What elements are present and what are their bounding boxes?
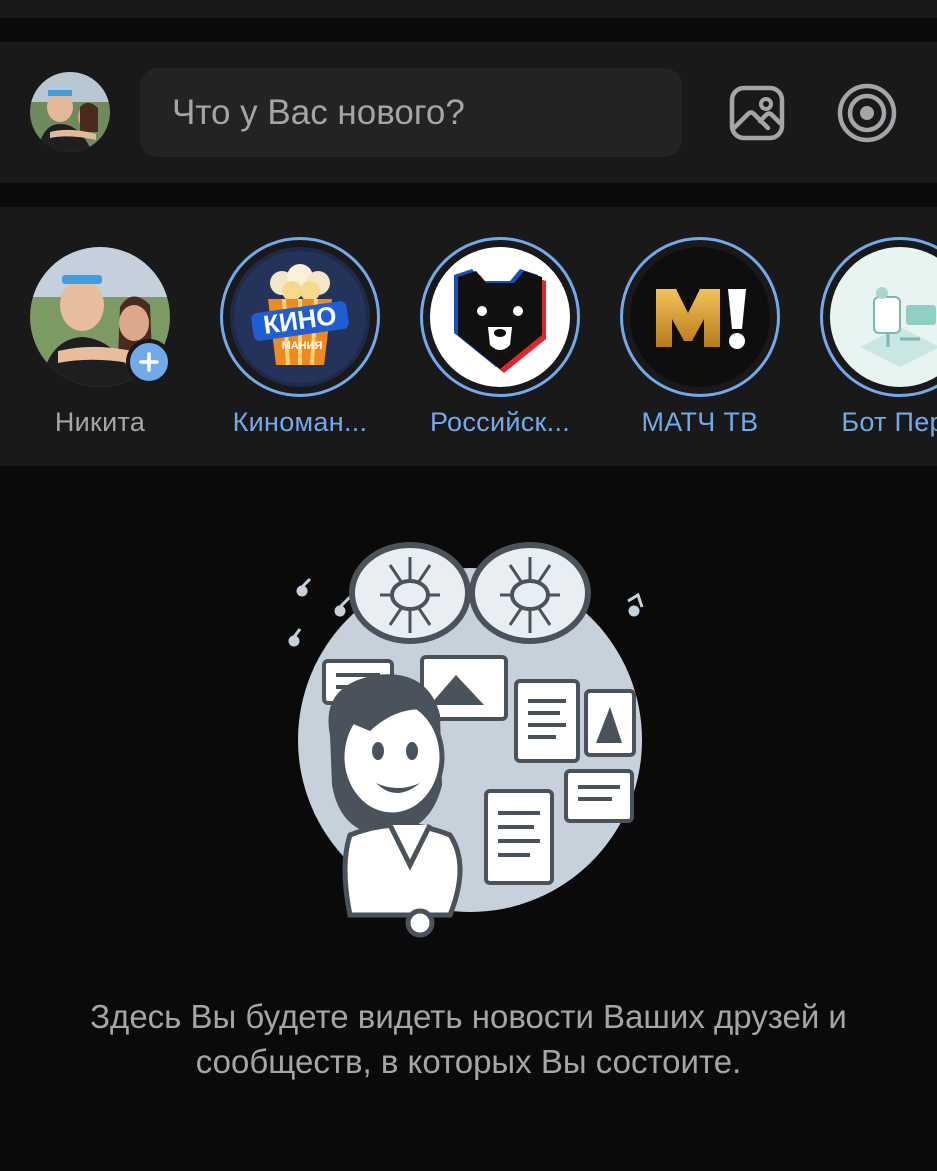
empty-feed-message: Здесь Вы будете видеть новости Ваших дру… bbox=[90, 998, 847, 1080]
match-tv-logo-icon bbox=[630, 247, 770, 387]
top-strip bbox=[0, 0, 937, 18]
plus-icon bbox=[139, 352, 159, 372]
story-rpl[interactable]: Российск... bbox=[400, 237, 600, 447]
photo-button[interactable] bbox=[728, 84, 786, 142]
kinomania-logo-subtext: МАНИЯ bbox=[282, 340, 323, 352]
kinomania-logo-icon: КИНО МАНИЯ bbox=[230, 247, 370, 387]
story-name: МАТЧ ТВ bbox=[641, 407, 759, 437]
post-composer: Что у Вас нового? bbox=[0, 42, 937, 183]
story-camera-button[interactable] bbox=[836, 82, 898, 144]
stories-bar: Никита КИНО МАНИЯ Киноман... Российск...… bbox=[0, 207, 937, 466]
avatar-photo-icon bbox=[30, 72, 110, 152]
bear-logo-icon bbox=[430, 247, 570, 387]
story-name: Никита bbox=[54, 407, 146, 437]
kinomania-logo: КИНО МАНИЯ bbox=[230, 247, 370, 387]
story-bot[interactable]: Бот Перс bbox=[800, 237, 937, 447]
story-camera-icon bbox=[837, 83, 897, 143]
story-kinomania[interactable]: КИНО МАНИЯ Киноман... bbox=[200, 237, 400, 447]
story-own[interactable]: Никита bbox=[0, 237, 200, 447]
story-name: Киноман... bbox=[232, 407, 368, 437]
empty-feed-illustration bbox=[280, 535, 660, 945]
user-avatar[interactable] bbox=[30, 72, 110, 152]
bear-logo bbox=[430, 247, 570, 387]
story-name: Бот Перс bbox=[841, 407, 937, 437]
photo-icon bbox=[729, 85, 785, 141]
story-name: Российск... bbox=[429, 407, 571, 437]
match-tv-logo bbox=[630, 247, 770, 387]
whats-new-placeholder: Что у Вас нового? bbox=[172, 92, 465, 132]
story-match-tv[interactable]: МАТЧ ТВ bbox=[600, 237, 800, 447]
girl-with-news-illustration-icon bbox=[288, 542, 644, 938]
whats-new-input[interactable]: Что у Вас нового? bbox=[140, 68, 682, 157]
add-story-badge[interactable] bbox=[126, 339, 172, 385]
